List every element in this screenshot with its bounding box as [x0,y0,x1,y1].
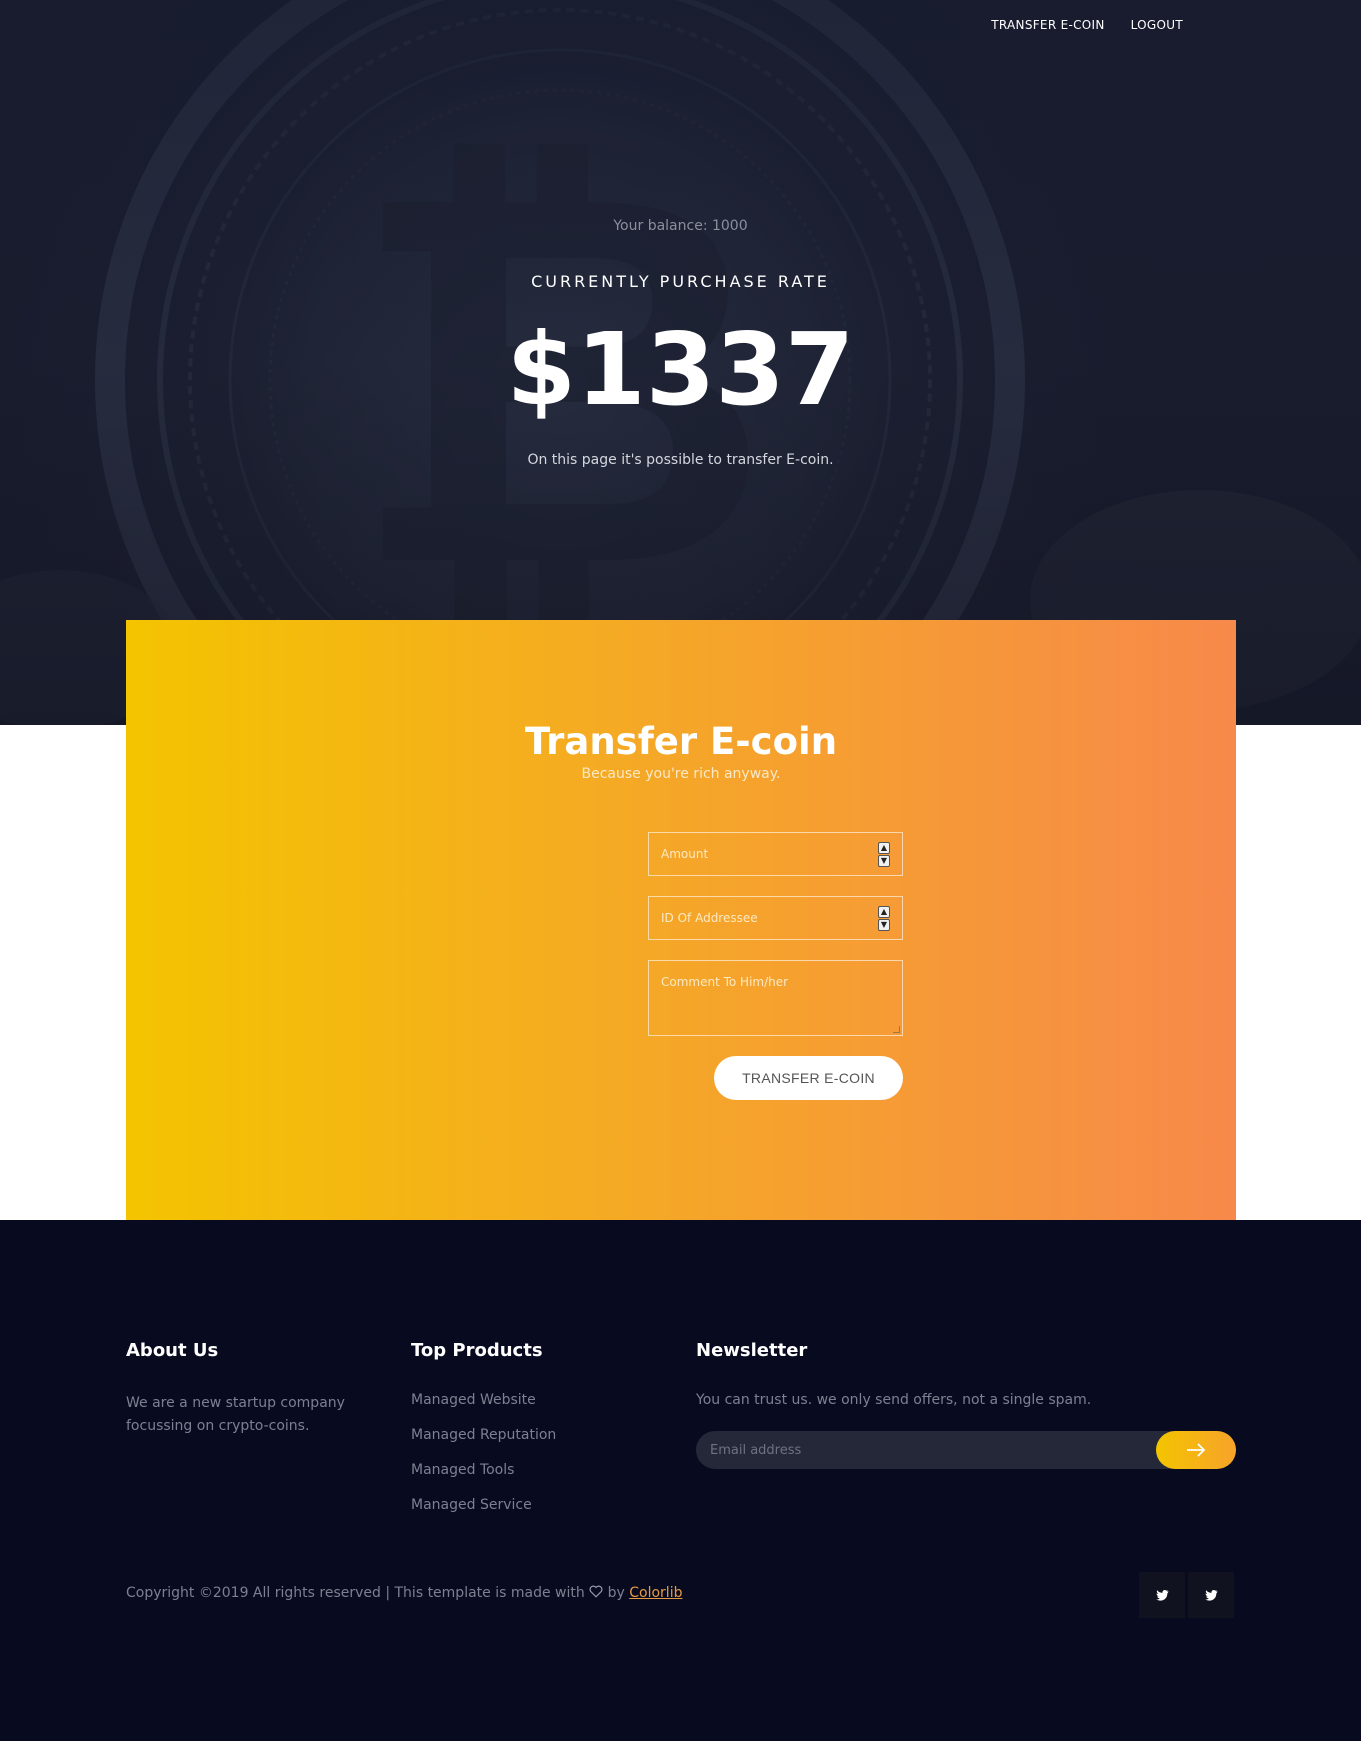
amount-input[interactable]: Amount ▲ ▼ [648,832,903,876]
transfer-title: Transfer E-coin [524,720,838,763]
chevron-down-icon[interactable]: ▼ [878,919,890,931]
colorlib-link[interactable]: Colorlib [629,1585,682,1601]
product-link[interactable]: Managed Tools [411,1462,556,1497]
copyright-text: Copyright ©2019 All rights reserved | Th… [126,1585,585,1601]
nav-transfer-link[interactable]: TRANSFER E-COIN [991,18,1104,32]
comment-textarea[interactable]: Comment To Him/her [648,960,903,1036]
newsletter-submit-button[interactable] [1156,1431,1236,1469]
products-title: Top Products [411,1340,543,1361]
about-title: About Us [126,1340,219,1361]
amount-placeholder: Amount [661,847,709,861]
newsletter-email-input[interactable]: Email address [696,1431,1236,1469]
copyright-by: by [607,1585,625,1601]
products-list: Managed Website Managed Reputation Manag… [411,1392,556,1532]
twitter-button[interactable] [1188,1572,1234,1618]
copyright: Copyright ©2019 All rights reserved | Th… [126,1585,682,1601]
product-link[interactable]: Managed Service [411,1497,556,1532]
twitter-icon [1204,1589,1217,1601]
chevron-down-icon[interactable]: ▼ [878,855,890,867]
chevron-up-icon[interactable]: ▲ [878,842,890,854]
product-link[interactable]: Managed Website [411,1392,556,1427]
addressee-id-input[interactable]: ID Of Addressee ▲ ▼ [648,896,903,940]
twitter-icon [1155,1589,1168,1601]
rate-label: CURRENTLY PURCHASE RATE [531,272,830,291]
footer: About Us We are a new startup company fo… [0,1220,1361,1741]
email-placeholder: Email address [710,1442,802,1458]
rate-value: $1337 [506,311,855,428]
balance-text: Your balance: 1000 [613,218,748,234]
resize-handle[interactable] [893,1026,900,1033]
amount-stepper[interactable]: ▲ ▼ [878,842,890,868]
transfer-section: Transfer E-coin Because you're rich anyw… [126,620,1236,1220]
hero-section: ₿ TRANSFER E-COIN LOGOUT Your balance: 1… [0,0,1361,725]
addressee-stepper[interactable]: ▲ ▼ [878,906,890,932]
hero-description: On this page it's possible to transfer E… [527,452,834,468]
heart-icon [589,1585,603,1598]
nav-logout-link[interactable]: LOGOUT [1131,18,1183,32]
comment-placeholder: Comment To Him/her [661,975,789,989]
top-nav: TRANSFER E-COIN LOGOUT [991,18,1361,32]
newsletter-title: Newsletter [696,1340,808,1361]
newsletter-text: You can trust us. we only send offers, n… [696,1392,1092,1408]
transfer-submit-button[interactable]: TRANSFER E-COIN [714,1056,903,1100]
chevron-up-icon[interactable]: ▲ [878,906,890,918]
twitter-button[interactable] [1139,1572,1185,1618]
product-link[interactable]: Managed Reputation [411,1427,556,1462]
transfer-subtitle: Because you're rich anyway. [581,766,781,782]
arrow-right-icon [1187,1443,1206,1457]
about-text: We are a new startup company focussing o… [126,1395,345,1434]
addressee-placeholder: ID Of Addressee [661,911,758,925]
